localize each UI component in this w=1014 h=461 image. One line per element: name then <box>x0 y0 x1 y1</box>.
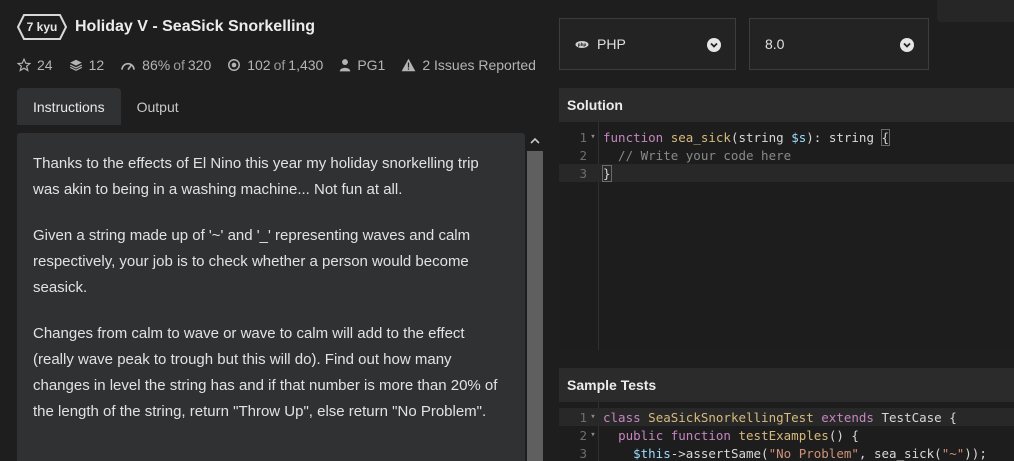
code-token: public <box>618 427 664 443</box>
satisfaction-stat: 86% of 320 <box>120 57 211 73</box>
description-tabs: Instructions Output <box>17 88 195 125</box>
satisfaction-votes: 320 <box>187 57 212 73</box>
sample-tests-header: Sample Tests <box>559 368 1014 402</box>
solution-header: Solution <box>559 88 1014 122</box>
chevron-down-icon <box>707 38 721 52</box>
code-token: function <box>603 129 664 145</box>
php-icon: php <box>575 40 589 48</box>
scroll-up-arrow-icon[interactable] <box>530 137 540 145</box>
collections-count: 12 <box>88 57 105 73</box>
code-token: "No Problem" <box>768 445 859 461</box>
line-number: 1 <box>579 409 587 425</box>
instructions-paragraph: Thanks to the effects of El Nino this ye… <box>33 155 479 198</box>
instructions-paragraph: Given a string made up of '~' and '_' re… <box>33 227 471 296</box>
solution-editor[interactable]: 1 ▾ function sea_sick(string $s): string… <box>559 122 1014 350</box>
tab-output[interactable]: Output <box>121 88 195 125</box>
language-select[interactable]: php PHP <box>559 18 736 70</box>
chevron-down-icon <box>900 38 914 52</box>
line-number: 3 <box>579 445 587 461</box>
code-line[interactable]: 2 ▾ public function testExamples() { <box>559 426 1014 444</box>
author-name: PG1 <box>357 57 386 73</box>
code-comment: // Write your code here <box>603 147 792 163</box>
instructions-scrollbar[interactable] <box>527 133 543 461</box>
code-line[interactable]: 3 } <box>559 164 1014 182</box>
kata-title: Holiday V - SeaSick Snorkelling <box>75 18 316 35</box>
completed-count: 102 <box>247 57 271 73</box>
completed-total: 1,430 <box>288 57 324 73</box>
top-right-strip <box>937 0 1014 22</box>
code-token: extends <box>821 409 874 425</box>
code-token: $s <box>791 129 807 145</box>
editor-pane: php PHP 8.0 Solution 1 ▾ function sea_si… <box>555 0 1014 461</box>
code-line[interactable]: 1 ▾ function sea_sick(string $s): string… <box>559 128 1014 146</box>
code-token: { <box>880 128 890 146</box>
rank-label: 7 kyu <box>26 20 58 34</box>
instructions-panel: Thanks to the effects of El Nino this ye… <box>17 133 525 461</box>
scroll-thumb[interactable] <box>527 151 543 461</box>
target-icon <box>228 59 241 71</box>
code-token: ->assertSame( <box>670 445 769 461</box>
warning-icon <box>401 58 416 72</box>
completed-stat: 102 of 1,430 <box>227 57 323 73</box>
instructions-text: Thanks to the effects of El Nino this ye… <box>17 133 525 425</box>
code-token: sea_sick <box>670 129 731 145</box>
author-stat[interactable]: PG1 <box>339 57 385 73</box>
gauge-icon <box>121 62 135 71</box>
line-number: 1 <box>579 129 587 145</box>
code-token: $this <box>633 445 671 461</box>
instructions-paragraph: Changes from calm to wave or wave to cal… <box>33 325 498 420</box>
collections-stat[interactable]: 12 <box>69 57 105 73</box>
code-token: () { <box>828 427 859 443</box>
kata-header: 7 kyu Holiday V - SeaSick Snorkelling <box>17 14 315 40</box>
kata-description-pane: 7 kyu Holiday V - SeaSick Snorkelling 24… <box>0 0 545 461</box>
code-token: SeaSickSnorkellingTest <box>648 409 814 425</box>
code-line[interactable]: 3 $this->assertSame("No Problem", sea_si… <box>559 444 1014 461</box>
code-line[interactable]: 2 // Write your code here <box>559 146 1014 164</box>
code-token: "~" <box>941 445 965 461</box>
fold-arrow-icon[interactable]: ▾ <box>587 132 599 142</box>
code-token: , sea_sick( <box>858 445 942 461</box>
code-token: testExamples <box>738 427 829 443</box>
layers-icon <box>69 59 82 71</box>
code-token: (string <box>730 129 792 145</box>
fold-arrow-icon[interactable]: ▾ <box>587 412 599 422</box>
star-icon <box>17 58 31 72</box>
stars-stat[interactable]: 24 <box>17 57 53 73</box>
satisfaction-percent: 86% <box>142 57 171 73</box>
code-token: ): string <box>806 129 882 145</box>
rank-badge: 7 kyu <box>17 14 67 40</box>
code-token: } <box>602 164 612 182</box>
user-icon <box>340 59 351 72</box>
code-token: function <box>670 427 731 443</box>
stars-count: 24 <box>37 57 53 73</box>
fold-arrow-icon[interactable]: ▾ <box>587 430 599 440</box>
issues-stat[interactable]: 2 Issues Reported <box>401 57 536 73</box>
language-value: PHP <box>597 36 626 52</box>
line-number: 2 <box>579 427 587 443</box>
issues-label: 2 Issues Reported <box>422 57 536 73</box>
line-number: 3 <box>579 165 587 181</box>
version-select[interactable]: 8.0 <box>749 18 929 70</box>
svg-text:php: php <box>578 42 587 47</box>
code-token: TestCase { <box>881 409 957 425</box>
code-line[interactable]: 1 ▾ class SeaSickSnorkellingTest extends… <box>559 408 1014 426</box>
completed-of: of <box>273 57 286 73</box>
code-token: class <box>603 409 641 425</box>
satisfaction-of: of <box>173 57 185 73</box>
kata-stats: 24 12 86% of 320 102 of 1,430 PG1 2 Issu… <box>17 57 536 73</box>
tab-instructions[interactable]: Instructions <box>17 88 121 125</box>
code-token: )); <box>964 445 987 461</box>
sample-tests-editor[interactable]: 1 ▾ class SeaSickSnorkellingTest extends… <box>559 402 1014 461</box>
version-value: 8.0 <box>765 36 785 52</box>
line-number: 2 <box>579 147 587 163</box>
